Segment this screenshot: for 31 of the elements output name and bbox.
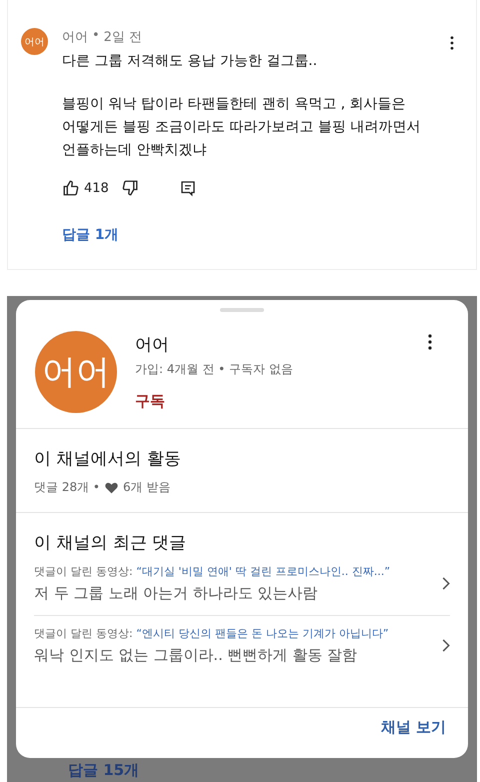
recent-comment[interactable]: 댓글이 달린 동영상: “엔시티 당신의 팬들은 돈 나오는 기계가 아닙니다” 워낙 인지도 없는 그룹이라.. 뻔뻔하게 활동 잘함 (34, 615, 450, 677)
comment-text: 저 두 그룹 노래 아는거 하나라도 있는사람 (34, 584, 319, 603)
avatar: 어어 (35, 331, 117, 413)
comment-time: 2일 전 (104, 29, 142, 46)
video-reference: 댓글이 달린 동영상: “엔시티 당신의 팬들은 돈 나오는 기계가 아닙니다” (34, 626, 390, 641)
thumbs-down-icon[interactable] (120, 179, 139, 197)
comment-text: 블핑이 워낙 탑이라 타팬들한테 괜히 욕먹고 , 회사들은 어떻게든 블핑 조금이라도 따라가보려고 블핑 내려까면서 언플하는데 안빡치겠냐 (62, 95, 422, 160)
section-title: 이 채널의 최근 댓글 (34, 532, 188, 554)
drag-handle[interactable] (220, 308, 264, 312)
chevron-right-icon (442, 639, 450, 652)
section-title: 이 채널에서의 활동 (34, 448, 182, 470)
subscribe-button[interactable]: 구독 (135, 392, 165, 411)
recent-comment[interactable]: 댓글이 달린 동영상: “대기실 '비밀 연애' 딱 걸린 프로미스나인.. 진짜...” 저 두 그룹 노래 아는거 하나라도 있는사람 (34, 554, 450, 615)
chevron-right-icon (442, 577, 450, 590)
view-channel-button[interactable]: 채널 보기 (380, 718, 446, 737)
heart-count: 6개 받음 (122, 479, 170, 496)
comment-text: 다른 그룹 저격해도 용납 가능한 걸그룹.. (62, 52, 318, 71)
comment-text: 워낙 인지도 없는 그룹이라.. 뻔뻔하게 활동 잘함 (34, 646, 358, 665)
separator-dot: • (92, 28, 100, 45)
more-icon[interactable] (450, 36, 454, 50)
channel-name: 어어 (135, 334, 170, 356)
heart-icon (104, 482, 118, 494)
comment-count: 댓글 28개 • (34, 479, 100, 496)
like-count: 418 (84, 180, 109, 196)
comment-icon[interactable] (178, 179, 197, 197)
thumbs-up-icon[interactable] (62, 179, 80, 197)
channel-meta: 가입: 4개월 전 • 구독자 없음 (135, 361, 293, 378)
replies-link[interactable]: 답글 1개 (62, 226, 119, 244)
video-reference: 댓글이 달린 동영상: “대기실 '비밀 연애' 딱 걸린 프로미스나인.. 진짜...” (34, 564, 392, 579)
more-icon[interactable] (428, 334, 432, 350)
comment-author: 어어 (62, 29, 88, 46)
